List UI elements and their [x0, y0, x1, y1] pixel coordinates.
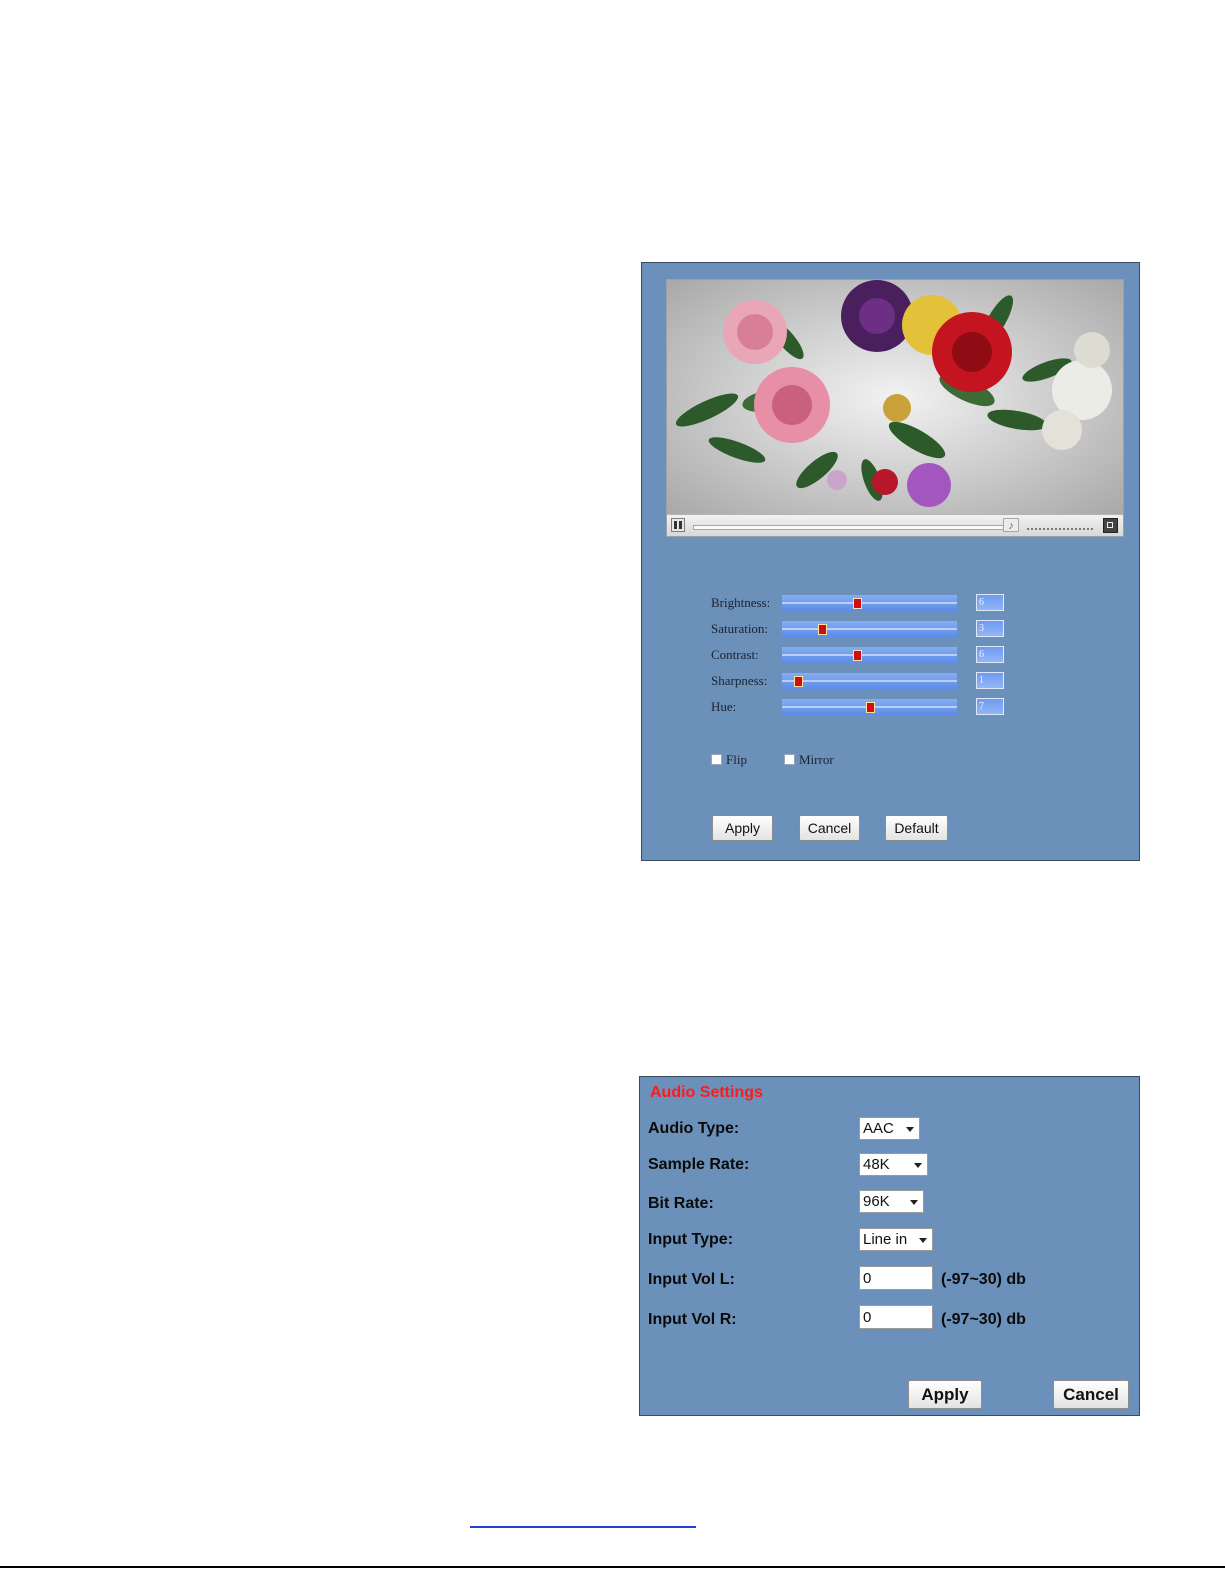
contrast-label: Contrast: [711, 647, 759, 662]
input-vol-r-field[interactable] [859, 1305, 933, 1329]
input-vol-l-range: (-97~30) db [941, 1271, 1026, 1288]
video-preview[interactable] [667, 280, 1123, 514]
brightness-row: Brightness: 6 [711, 593, 1011, 613]
input-vol-l-label: Input Vol L: [648, 1271, 735, 1288]
image-apply-button[interactable]: Apply [712, 815, 773, 841]
chevron-down-icon [910, 1200, 918, 1205]
input-type-select[interactable]: Line in [859, 1228, 933, 1251]
chevron-down-icon [906, 1127, 914, 1132]
input-vol-r-range: (-97~30) db [941, 1311, 1026, 1328]
pause-icon[interactable] [671, 518, 685, 532]
brightness-label: Brightness: [711, 595, 771, 610]
input-type-value: Line in [863, 1231, 908, 1248]
image-settings-panel: ♪ Brightness: 6 Saturation: 3 Contrast: … [641, 262, 1140, 861]
input-vol-l-field[interactable] [859, 1266, 933, 1290]
sharpness-slider-thumb[interactable] [793, 676, 803, 687]
mirror-checkbox[interactable] [784, 754, 795, 765]
chevron-down-icon [914, 1163, 922, 1168]
image-default-button[interactable]: Default [885, 815, 948, 841]
audio-type-select[interactable]: AAC [859, 1117, 920, 1140]
flip-checkbox[interactable] [711, 754, 722, 765]
contrast-slider-thumb[interactable] [853, 650, 863, 661]
sharpness-slider[interactable] [782, 673, 957, 689]
sample-rate-value: 48K [863, 1156, 890, 1173]
bit-rate-value: 96K [863, 1193, 890, 1210]
hue-value[interactable]: 7 [976, 698, 1004, 715]
input-type-label: Input Type: [648, 1231, 734, 1248]
saturation-value[interactable]: 3 [976, 620, 1004, 637]
audio-apply-button[interactable]: Apply [908, 1380, 982, 1409]
brightness-slider[interactable] [782, 595, 957, 611]
chevron-down-icon [919, 1238, 927, 1243]
contrast-value[interactable]: 6 [976, 646, 1004, 663]
bit-rate-select[interactable]: 96K [859, 1190, 924, 1213]
fullscreen-icon[interactable] [1103, 518, 1118, 533]
saturation-slider[interactable] [782, 621, 957, 637]
input-vol-r-label: Input Vol R: [648, 1311, 737, 1328]
sample-rate-label: Sample Rate: [648, 1156, 750, 1173]
saturation-row: Saturation: 3 [711, 619, 1011, 639]
sample-rate-select[interactable]: 48K [859, 1153, 928, 1176]
audio-cancel-button[interactable]: Cancel [1053, 1380, 1129, 1409]
audio-type-label: Audio Type: [648, 1120, 740, 1137]
audio-settings-title: Audio Settings [650, 1084, 763, 1101]
volume-icon[interactable]: ♪ [1003, 518, 1019, 532]
mirror-label: Mirror [799, 752, 834, 767]
hue-slider-thumb[interactable] [865, 702, 875, 713]
sharpness-label: Sharpness: [711, 673, 768, 688]
brightness-slider-thumb[interactable] [853, 598, 863, 609]
saturation-label: Saturation: [711, 621, 769, 636]
hue-label: Hue: [711, 699, 737, 714]
volume-slider[interactable] [1027, 521, 1093, 530]
seek-bar[interactable] [693, 525, 1005, 530]
audio-type-value: AAC [863, 1120, 894, 1137]
video-player: ♪ [666, 279, 1124, 537]
hue-row: Hue: 7 [711, 697, 1011, 717]
brightness-value[interactable]: 6 [976, 594, 1004, 611]
sharpness-value[interactable]: 1 [976, 672, 1004, 689]
saturation-slider-thumb[interactable] [818, 624, 828, 635]
footer-link-underline[interactable] [470, 1526, 696, 1528]
audio-settings-panel: Audio Settings Audio Type: AAC Sample Ra… [639, 1076, 1140, 1416]
sharpness-row: Sharpness: 1 [711, 671, 1011, 691]
contrast-slider[interactable] [782, 647, 957, 663]
image-cancel-button[interactable]: Cancel [799, 815, 860, 841]
hue-slider[interactable] [782, 699, 957, 715]
contrast-row: Contrast: 6 [711, 645, 1011, 665]
player-controls: ♪ [667, 514, 1123, 536]
bit-rate-label: Bit Rate: [648, 1195, 714, 1212]
flip-label: Flip [726, 752, 747, 767]
page-divider [0, 1566, 1225, 1568]
